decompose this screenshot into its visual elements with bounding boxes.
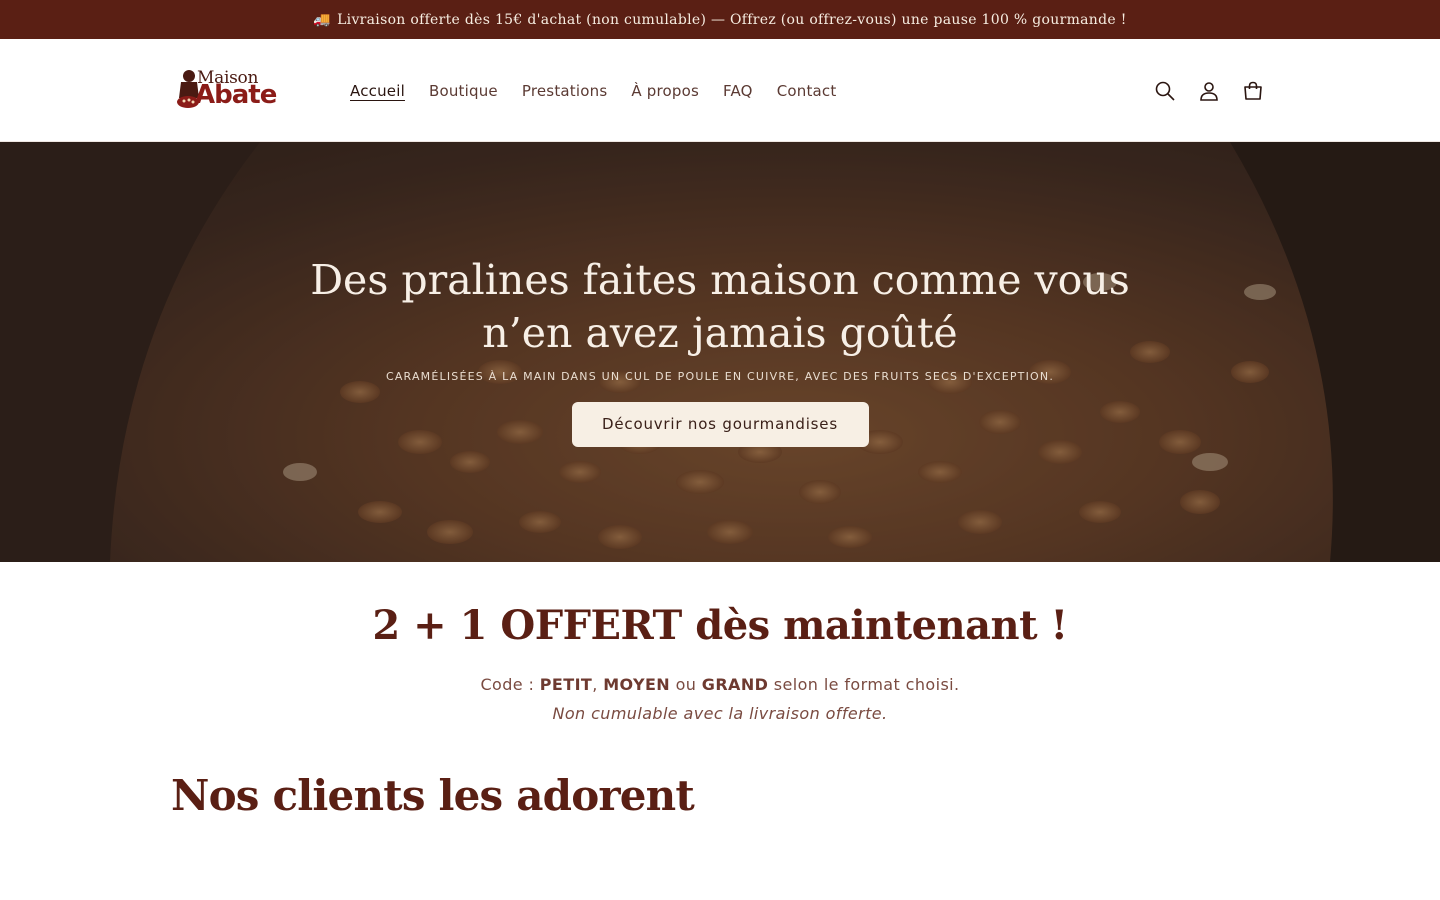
promo-note: Non cumulable avec la livraison offerte.	[552, 704, 888, 723]
header-actions	[1154, 39, 1264, 142]
discover-button[interactable]: Découvrir nos gourmandises	[571, 402, 869, 447]
reviews-section: Nos clients les adorent	[0, 723, 1440, 820]
nav-contact[interactable]: Contact	[777, 82, 837, 100]
hero-subtitle: CARAMÉLISÉES À LA MAIN DANS UN CUL DE PO…	[385, 370, 1055, 383]
account-icon[interactable]	[1198, 80, 1220, 102]
site-header: Maison Abate Accueil Boutique Prestation…	[0, 39, 1440, 142]
promo-code-moyen: MOYEN	[603, 675, 671, 694]
reviews-title: Nos clients les adorent	[171, 771, 695, 820]
cart-icon[interactable]	[1242, 80, 1264, 102]
logo-line2: Abate	[195, 80, 277, 110]
promo-code-line: Code : PETIT, MOYEN ou GRAND selon le fo…	[480, 675, 960, 694]
promo-code-petit: PETIT	[539, 675, 593, 694]
announcement-text: Livraison offerte dès 15€ d'achat (non c…	[337, 11, 1127, 28]
search-icon[interactable]	[1154, 80, 1176, 102]
brand-logo[interactable]: Maison Abate	[175, 66, 307, 114]
hero-banner: Des pralines faites maison comme vous n’…	[0, 142, 1440, 562]
nav-boutique[interactable]: Boutique	[429, 82, 498, 100]
nav-accueil[interactable]: Accueil	[350, 82, 405, 100]
promo-section: 2 + 1 OFFERT dès maintenant ! Code : PET…	[0, 562, 1440, 723]
promo-title: 2 + 1 OFFERT dès maintenant !	[372, 602, 1068, 649]
nav-faq[interactable]: FAQ	[723, 82, 753, 100]
main-nav: Accueil Boutique Prestations À propos FA…	[350, 39, 836, 142]
nav-a-propos[interactable]: À propos	[631, 82, 699, 100]
promo-code-grand: GRAND	[701, 675, 769, 694]
announcement-bar: 🚚 Livraison offerte dès 15€ d'achat (non…	[0, 0, 1440, 39]
hero-title: Des pralines faites maison comme vous n’…	[310, 256, 1130, 357]
truck-icon: 🚚	[313, 11, 332, 28]
nav-prestations[interactable]: Prestations	[522, 82, 607, 100]
